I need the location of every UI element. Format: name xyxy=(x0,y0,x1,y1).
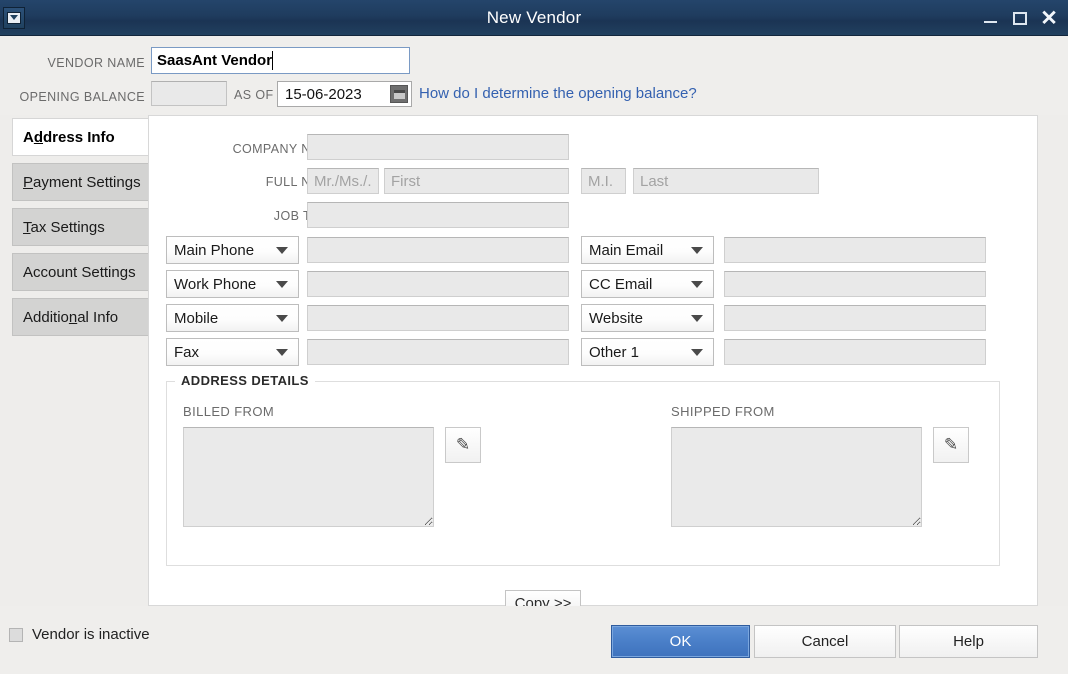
text-caret xyxy=(272,51,273,70)
contact-type-select-mobile[interactable]: Mobile xyxy=(166,304,299,332)
tab-address-info[interactable]: Address Info xyxy=(12,118,158,156)
address-details-group: ADDRESS DETAILS BILLED FROM ✎ Copy >> SH… xyxy=(166,373,1000,617)
cancel-button[interactable]: Cancel xyxy=(754,625,896,658)
tab-payment-settings[interactable]: Payment Settings xyxy=(12,163,151,201)
pencil-icon-shipped-from[interactable]: ✎ xyxy=(933,427,969,463)
contact-type-label-main-email: Main Email xyxy=(589,241,664,259)
vendor-inactive-checkbox[interactable] xyxy=(9,627,23,642)
chevron-down-icon xyxy=(276,348,288,356)
billed-from-textarea[interactable] xyxy=(183,427,434,527)
contact-type-label-mobile: Mobile xyxy=(174,309,219,327)
opening-balance-help-link[interactable]: How do I determine the opening balance? xyxy=(419,85,697,102)
chevron-down-icon xyxy=(691,348,703,356)
help-button[interactable]: Help xyxy=(899,625,1038,658)
contact-value-input-work-phone[interactable] xyxy=(307,271,569,297)
contact-type-select-other-1[interactable]: Other 1 xyxy=(581,338,714,366)
address-details-legend: ADDRESS DETAILS xyxy=(175,373,315,388)
job-title-input[interactable] xyxy=(307,202,569,228)
contact-type-select-website[interactable]: Website xyxy=(581,304,714,332)
opening-balance-label: OPENING BALANCE xyxy=(18,88,145,106)
tab-additional-info-label: Additional Info xyxy=(23,308,119,326)
contact-value-input-main-phone[interactable] xyxy=(307,237,569,263)
header-form-area: VENDOR NAME OPENING BALANCE AS OF How do… xyxy=(0,36,1068,115)
contact-value-input-mobile[interactable] xyxy=(307,305,569,331)
contact-type-select-work-phone[interactable]: Work Phone xyxy=(166,270,299,298)
tab-payment-settings-label: Payment Settings xyxy=(23,173,141,191)
contact-type-label-other-1: Other 1 xyxy=(589,343,640,361)
close-icon[interactable]: ✕ xyxy=(1034,0,1064,36)
contact-type-label-website: Website xyxy=(589,309,643,327)
tab-account-settings[interactable]: Account Settings xyxy=(12,253,151,291)
contact-type-select-cc-email[interactable]: CC Email xyxy=(581,270,714,298)
ok-button[interactable]: OK xyxy=(611,625,750,658)
tab-account-settings-label: Account Settings xyxy=(23,263,136,281)
tab-tax-settings[interactable]: Tax Settings xyxy=(12,208,151,246)
calendar-icon[interactable] xyxy=(390,85,408,103)
contact-value-input-main-email[interactable] xyxy=(724,237,986,263)
pencil-glyph-2: ✎ xyxy=(943,435,959,454)
chevron-down-icon xyxy=(691,280,703,288)
calendar-glyph xyxy=(393,89,405,99)
contact-type-label-fax: Fax xyxy=(174,343,200,361)
last-name-input[interactable] xyxy=(633,168,819,194)
minimize-icon[interactable] xyxy=(975,0,1005,36)
window-titlebar: New Vendor ✕ xyxy=(0,0,1068,36)
chevron-down-icon xyxy=(276,246,288,254)
vendor-inactive-label: Vendor is inactive xyxy=(32,626,150,643)
tab-additional-info[interactable]: Additional Info xyxy=(12,298,151,336)
pencil-icon-billed-from[interactable]: ✎ xyxy=(445,427,481,463)
company-name-input[interactable] xyxy=(307,134,569,160)
opening-balance-input[interactable] xyxy=(151,81,227,106)
shipped-from-label: SHIPPED FROM xyxy=(671,404,775,419)
chevron-down-icon xyxy=(691,246,703,254)
maximize-icon[interactable] xyxy=(1005,0,1035,36)
minimize-glyph xyxy=(983,21,997,23)
middle-initial-input[interactable] xyxy=(581,168,626,194)
contact-type-label-cc-email: CC Email xyxy=(589,275,653,293)
contact-type-label-main-phone: Main Phone xyxy=(174,241,255,259)
vendor-inactive-checkbox-row[interactable]: Vendor is inactive xyxy=(9,626,150,643)
chevron-down-icon xyxy=(276,314,288,322)
opening-balance-label-text: OPENING BALANCE xyxy=(19,90,145,104)
contact-value-input-fax[interactable] xyxy=(307,339,569,365)
pencil-glyph: ✎ xyxy=(455,435,471,454)
vendor-name-label-text: VENDOR NAME xyxy=(47,56,145,70)
tab-tax-settings-label: Tax Settings xyxy=(23,218,105,236)
as-of-label: AS OF xyxy=(234,88,274,102)
as-of-date-input[interactable] xyxy=(278,82,382,106)
vendor-name-input[interactable] xyxy=(151,47,410,74)
chevron-down-icon xyxy=(276,280,288,288)
contact-value-input-cc-email[interactable] xyxy=(724,271,986,297)
window-title: New Vendor xyxy=(486,8,582,27)
address-info-panel: COMPANY NAME FULL NAME JOB TITLE Main Ph… xyxy=(148,115,1038,617)
contact-type-label-work-phone: Work Phone xyxy=(174,275,257,293)
contact-value-input-other-1[interactable] xyxy=(724,339,986,365)
dialog-footer: Vendor is inactive OK Cancel Help xyxy=(0,606,1068,674)
contact-value-input-website[interactable] xyxy=(724,305,986,331)
vendor-name-label: VENDOR NAME xyxy=(30,54,145,72)
close-glyph: ✕ xyxy=(1040,6,1058,30)
contact-type-select-main-phone[interactable]: Main Phone xyxy=(166,236,299,264)
salutation-input[interactable] xyxy=(307,168,379,194)
chevron-down-icon xyxy=(691,314,703,322)
tab-strip: Address Info Payment Settings Tax Settin… xyxy=(12,118,158,343)
billed-from-label: BILLED FROM xyxy=(183,404,275,419)
contact-type-select-main-email[interactable]: Main Email xyxy=(581,236,714,264)
contact-type-select-fax[interactable]: Fax xyxy=(166,338,299,366)
as-of-date-field[interactable] xyxy=(277,81,412,107)
vendor-name-row: VENDOR NAME xyxy=(0,47,1068,75)
maximize-glyph xyxy=(1013,11,1027,25)
first-name-input[interactable] xyxy=(384,168,569,194)
opening-balance-row: OPENING BALANCE AS OF How do I determine… xyxy=(0,81,1068,109)
tab-address-info-label: Address Info xyxy=(23,128,115,146)
shipped-from-textarea[interactable] xyxy=(671,427,922,527)
